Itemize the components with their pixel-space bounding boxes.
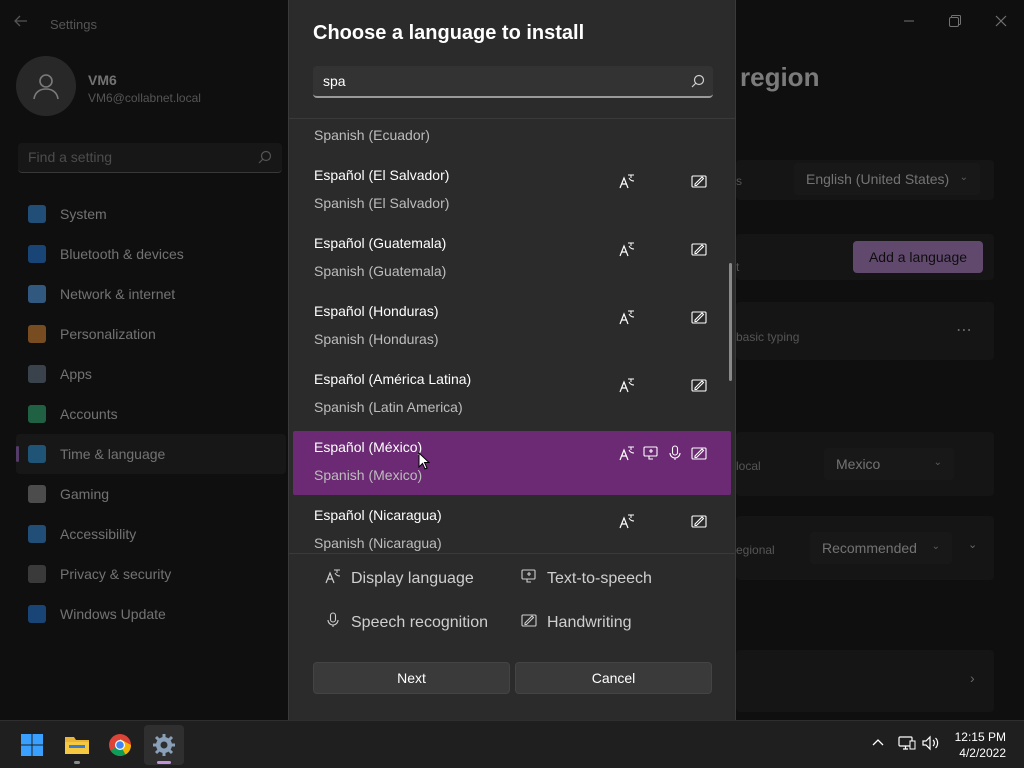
handwriting-icon — [691, 173, 709, 191]
text-to-speech-icon — [521, 568, 547, 589]
language-english-name: Spanish (Latin America) — [314, 399, 463, 415]
file-explorer-button[interactable] — [57, 725, 97, 765]
language-list-item[interactable]: Español (América Latina) Spanish (Latin A… — [293, 363, 731, 427]
network-icon[interactable] — [898, 735, 916, 756]
handwriting-icon — [691, 445, 709, 463]
text-to-speech-icon — [643, 445, 661, 463]
start-button[interactable] — [12, 725, 52, 765]
legend-text-to-speech: Text-to-speech — [521, 568, 652, 589]
language-native-name: Español (Nicaragua) — [314, 507, 442, 523]
legend-speech-recognition: Speech recognition — [325, 612, 488, 633]
display-language-icon — [619, 241, 637, 259]
language-list-item[interactable]: Español (Guatemala) Spanish (Guatemala) — [293, 227, 731, 291]
language-search-input[interactable] — [323, 73, 673, 89]
language-list-item[interactable]: Spanish (Ecuador) — [293, 119, 731, 155]
handwriting-icon — [691, 241, 709, 259]
chevron-up-icon[interactable] — [870, 735, 886, 756]
language-list[interactable]: Spanish (Ecuador) Español (El Salvador) Sp… — [289, 118, 735, 554]
language-native-name: Español (México) — [314, 439, 423, 455]
volume-icon[interactable] — [922, 735, 940, 756]
handwriting-icon — [521, 612, 547, 633]
choose-language-dialog: Choose a language to install Spanish (Ec… — [288, 0, 736, 720]
feature-legend: Display language Text-to-speech Speech r… — [313, 560, 723, 650]
display-language-icon — [619, 173, 637, 191]
language-english-name: Spanish (Guatemala) — [314, 263, 447, 279]
language-english-name: Spanish (Honduras) — [314, 331, 439, 347]
next-button[interactable]: Next — [313, 662, 510, 694]
language-english-name: Spanish (El Salvador) — [314, 195, 450, 211]
display-language-icon — [619, 377, 637, 395]
language-english-name: Spanish (Ecuador) — [314, 127, 430, 143]
language-native-name: Español (Guatemala) — [314, 235, 447, 251]
microphone-icon — [325, 612, 351, 633]
chrome-button[interactable] — [100, 725, 140, 765]
clock-date: 4/2/2022 — [959, 746, 1006, 760]
active-indicator — [157, 761, 171, 764]
handwriting-icon — [691, 513, 709, 531]
gear-icon — [153, 734, 175, 756]
display-language-icon — [325, 568, 351, 589]
mouse-cursor-icon — [418, 451, 431, 475]
microphone-icon — [667, 445, 685, 463]
folder-icon — [65, 737, 89, 754]
chrome-icon — [109, 734, 131, 756]
handwriting-icon — [691, 309, 709, 327]
legend-handwriting: Handwriting — [521, 612, 631, 633]
system-clock[interactable]: 12:15 PM 4/2/2022 — [955, 729, 1006, 761]
legend-display-language: Display language — [325, 568, 474, 589]
language-native-name: Español (América Latina) — [314, 371, 472, 387]
dialog-title: Choose a language to install — [313, 22, 585, 44]
windows-logo-icon — [21, 734, 43, 756]
language-english-name: Spanish (Mexico) — [314, 467, 423, 483]
cancel-button[interactable]: Cancel — [515, 662, 712, 694]
language-search-box[interactable] — [313, 66, 713, 98]
language-native-name: Español (El Salvador) — [314, 167, 450, 183]
language-list-item[interactable]: Español (Honduras) Spanish (Honduras) — [293, 295, 731, 359]
language-list-item[interactable]: Español (El Salvador) Spanish (El Salvado… — [293, 159, 731, 223]
search-icon[interactable] — [691, 74, 705, 93]
language-english-name: Spanish (Nicaragua) — [314, 535, 442, 551]
taskbar: 12:15 PM 4/2/2022 — [0, 720, 1024, 768]
running-indicator — [74, 761, 80, 764]
display-language-icon — [619, 309, 637, 327]
settings-taskbar-button[interactable] — [144, 725, 184, 765]
handwriting-icon — [691, 377, 709, 395]
language-list-item[interactable]: Español (México) Spanish (Mexico) — [293, 431, 731, 495]
clock-time: 12:15 PM — [954, 730, 1006, 744]
language-native-name: Español (Honduras) — [314, 303, 439, 319]
display-language-icon — [619, 513, 637, 531]
language-list-item[interactable]: Español (Nicaragua) Spanish (Nicaragua) — [293, 499, 731, 553]
display-language-icon — [619, 445, 637, 463]
